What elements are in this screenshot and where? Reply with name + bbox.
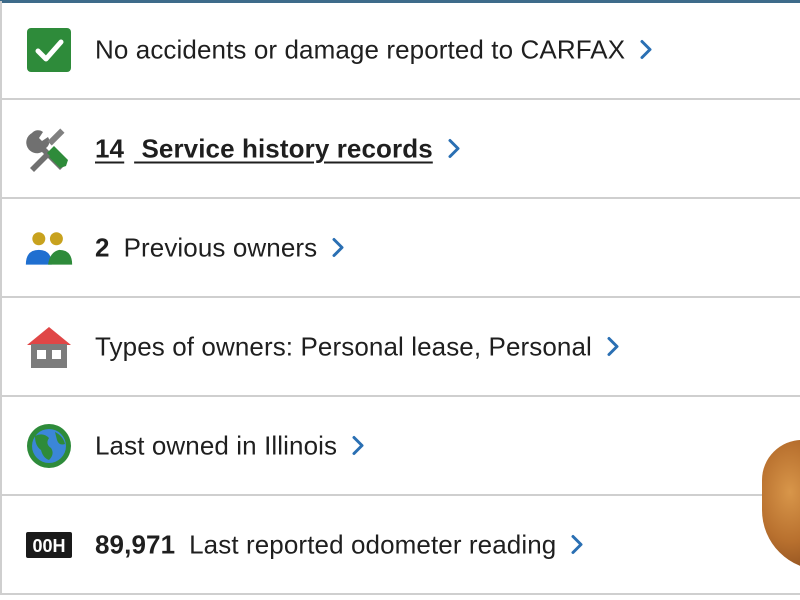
globe-icon bbox=[24, 421, 74, 471]
carfax-summary: No accidents or damage reported to CARFA… bbox=[0, 0, 800, 600]
row-text: Last owned in Illinois bbox=[95, 430, 365, 461]
row-text: 2 Previous owners bbox=[95, 232, 345, 263]
service-records-label: Service history records bbox=[134, 133, 433, 163]
chevron-right-icon bbox=[606, 336, 620, 358]
no-accidents-label: No accidents or damage reported to CARFA… bbox=[95, 34, 626, 64]
row-owner-types[interactable]: Types of owners: Personal lease, Persona… bbox=[2, 298, 800, 397]
odometer-label: Last reported odometer reading bbox=[189, 529, 557, 559]
chevron-right-icon bbox=[570, 534, 584, 556]
chevron-right-icon bbox=[639, 39, 653, 61]
wrench-screwdriver-icon bbox=[24, 124, 74, 174]
row-no-accidents[interactable]: No accidents or damage reported to CARFA… bbox=[2, 1, 800, 100]
row-text: 14 Service history records bbox=[95, 133, 461, 164]
last-owned-label: Last owned in Illinois bbox=[95, 430, 338, 460]
row-last-owned[interactable]: Last owned in Illinois bbox=[2, 397, 800, 496]
odometer-icon-text: 00H bbox=[32, 536, 65, 556]
history-list: No accidents or damage reported to CARFA… bbox=[0, 1, 800, 595]
odometer-icon: 00H bbox=[24, 520, 74, 570]
row-service-history[interactable]: 14 Service history records bbox=[2, 100, 800, 199]
check-box-icon bbox=[24, 25, 74, 75]
previous-owners-count: 2 bbox=[95, 232, 110, 262]
row-text: 89,971 Last reported odometer reading bbox=[95, 529, 584, 560]
house-icon bbox=[24, 322, 74, 372]
row-text: No accidents or damage reported to CARFA… bbox=[95, 34, 653, 65]
service-history-link[interactable]: 14 Service history records bbox=[95, 133, 433, 164]
chevron-right-icon bbox=[331, 237, 345, 259]
owner-types-label: Types of owners: Personal lease, Persona… bbox=[95, 331, 592, 361]
owners-icon bbox=[24, 223, 74, 273]
row-previous-owners[interactable]: 2 Previous owners bbox=[2, 199, 800, 298]
row-odometer[interactable]: 00H 89,971 Last reported odometer readin… bbox=[2, 496, 800, 595]
row-text: Types of owners: Personal lease, Persona… bbox=[95, 331, 620, 362]
chevron-right-icon bbox=[447, 138, 461, 160]
previous-owners-label: Previous owners bbox=[123, 232, 318, 262]
odometer-value: 89,971 bbox=[95, 529, 176, 559]
chevron-right-icon bbox=[351, 435, 365, 457]
service-records-count: 14 bbox=[95, 133, 125, 163]
